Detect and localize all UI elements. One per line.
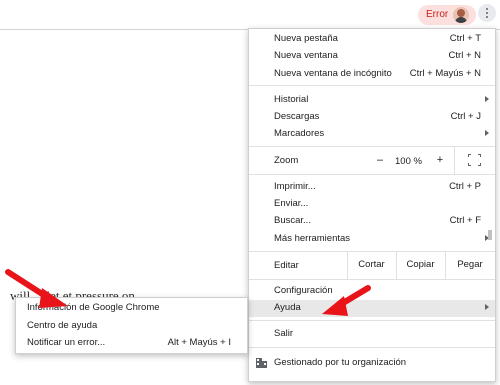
menu-item-zoom: Zoom <box>249 153 495 169</box>
copy-button[interactable]: Copiar <box>398 259 443 274</box>
menu-separator <box>249 347 495 348</box>
avatar-face <box>457 9 465 17</box>
menu-separator <box>249 85 495 86</box>
menu-item-shortcut: Ctrl + Mayús + N <box>409 68 481 79</box>
menu-separator <box>249 174 495 175</box>
menu-item-shortcut: Ctrl + N <box>448 50 481 61</box>
annotation-arrow-icon <box>322 285 371 316</box>
error-label: Error <box>426 9 449 20</box>
managed-by-organization[interactable]: Gestionado por tu organización <box>249 355 495 371</box>
menu-item-label: Gestionado por tu organización <box>274 357 407 368</box>
chrome-menu-button[interactable] <box>478 4 496 22</box>
submenu-item-report-issue[interactable]: Notificar un error... Alt + Mayús + I <box>16 335 247 352</box>
menu-item-shortcut: Ctrl + F <box>449 215 481 226</box>
chrome-main-menu: Nueva pestaña Ctrl + T Nueva ventana Ctr… <box>248 28 496 382</box>
menu-separator <box>249 320 495 321</box>
menu-item-label: Nueva ventana <box>274 50 338 61</box>
paste-button[interactable]: Pegar <box>447 259 493 274</box>
cut-button[interactable]: Cortar <box>349 259 394 274</box>
menu-separator <box>454 147 455 174</box>
menu-item-new-tab[interactable]: Nueva pestaña Ctrl + T <box>249 31 495 47</box>
annotation-arrow-icon <box>5 269 68 308</box>
menu-item-label: Zoom <box>274 155 299 166</box>
menu-item-label: Enviar... <box>274 198 309 209</box>
submenu-arrow-icon <box>485 96 489 102</box>
menu-item-label: Marcadores <box>274 128 325 139</box>
menu-separator <box>249 146 495 147</box>
menu-item-print[interactable]: Imprimir... Ctrl + P <box>249 179 495 195</box>
menu-item-shortcut: Ctrl + T <box>449 33 481 44</box>
zoom-level: 100 % <box>395 156 422 167</box>
menu-item-label: Descargas <box>274 111 320 122</box>
building-icon <box>256 358 267 368</box>
avatar-body <box>455 17 467 23</box>
menu-item-exit[interactable]: Salir <box>249 326 495 342</box>
avatar <box>453 7 469 23</box>
menu-item-history[interactable]: Historial <box>249 92 495 108</box>
menu-item-label: Notificar un error... <box>27 337 106 348</box>
menu-item-more-tools[interactable]: Más herramientas <box>249 231 495 247</box>
menu-item-label: Imprimir... <box>274 181 316 192</box>
menu-separator <box>249 251 495 252</box>
menu-item-label: Más herramientas <box>274 233 351 244</box>
menu-item-cast[interactable]: Enviar... <box>249 196 495 212</box>
menu-item-bookmarks[interactable]: Marcadores <box>249 126 495 142</box>
menu-item-incognito[interactable]: Nueva ventana de incógnito Ctrl + Mayús … <box>249 66 495 82</box>
menu-item-find[interactable]: Buscar... Ctrl + F <box>249 213 495 229</box>
menu-separator <box>249 279 495 280</box>
zoom-out-button[interactable]: – <box>373 154 387 168</box>
menu-item-label: Editar <box>274 260 299 271</box>
menu-separator <box>396 251 397 279</box>
menu-item-new-window[interactable]: Nueva ventana Ctrl + N <box>249 48 495 64</box>
menu-item-label: Ayuda <box>274 302 301 313</box>
menu-item-label: Buscar... <box>274 215 311 226</box>
menu-item-label: Centro de ayuda <box>27 320 98 331</box>
profile-error-button[interactable]: Error <box>418 5 476 25</box>
menu-item-shortcut: Alt + Mayús + I <box>167 337 231 348</box>
scrollbar-thumb[interactable] <box>488 230 492 240</box>
menu-item-shortcut: Ctrl + J <box>450 111 481 122</box>
browser-toolbar: Error <box>0 0 500 30</box>
menu-separator <box>445 251 446 279</box>
fullscreen-icon[interactable] <box>468 154 481 166</box>
zoom-in-button[interactable]: + <box>433 154 447 168</box>
submenu-item-help-center[interactable]: Centro de ayuda <box>16 318 247 335</box>
submenu-arrow-icon <box>485 304 489 310</box>
menu-item-shortcut: Ctrl + P <box>449 181 481 192</box>
menu-item-downloads[interactable]: Descargas Ctrl + J <box>249 109 495 125</box>
menu-item-label: Salir <box>274 328 294 339</box>
menu-item-label: Nueva pestaña <box>274 33 338 44</box>
submenu-arrow-icon <box>485 130 489 136</box>
menu-item-label: Historial <box>274 94 309 105</box>
menu-item-label: Nueva ventana de incógnito <box>274 68 392 79</box>
menu-separator <box>347 251 348 279</box>
